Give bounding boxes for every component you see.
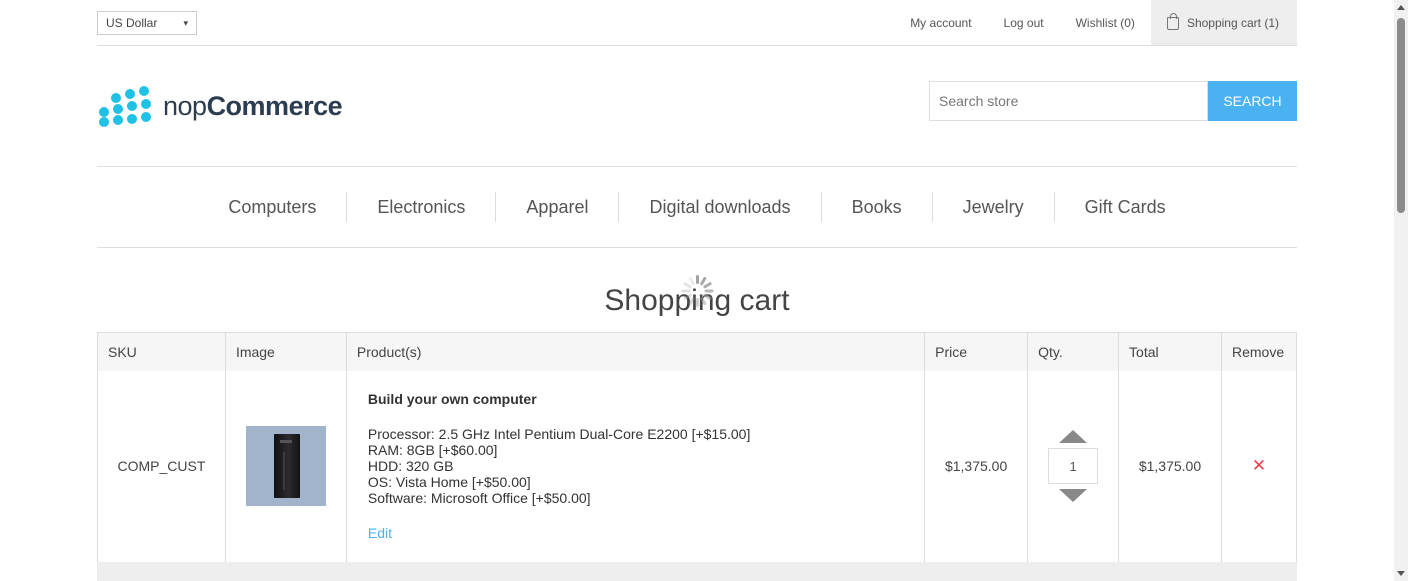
qty-decrease-icon[interactable] bbox=[1059, 489, 1088, 503]
edit-item-link[interactable]: Edit bbox=[368, 525, 392, 541]
shopping-bag-icon bbox=[1166, 13, 1179, 30]
menu-item-computers[interactable]: Computers bbox=[198, 192, 346, 222]
currency-select[interactable]: US Dollar ▾ bbox=[97, 11, 197, 35]
product-image[interactable] bbox=[245, 426, 326, 507]
attribute-line: RAM: 8GB [+$60.00] bbox=[367, 442, 498, 459]
qty-cell: 1 bbox=[1027, 370, 1120, 563]
my-account-link[interactable]: My account bbox=[894, 16, 987, 30]
attribute-line: HDD: 320 GB bbox=[367, 458, 454, 475]
column-header-remove: Remove bbox=[1221, 332, 1298, 371]
attribute-line: Software: Microsoft Office [+$50.00] bbox=[367, 490, 591, 507]
wishlist-link[interactable]: Wishlist (0) bbox=[1060, 16, 1151, 30]
search-form: Search store SEARCH bbox=[929, 81, 1297, 121]
scroll-up-icon[interactable] bbox=[1397, 5, 1405, 10]
column-header-products: Product(s) bbox=[346, 332, 926, 371]
menu-item-electronics[interactable]: Electronics bbox=[346, 192, 495, 222]
cart-footer-strip bbox=[97, 562, 1297, 581]
menu-item-gift-cards[interactable]: Gift Cards bbox=[1053, 192, 1196, 222]
log-out-link[interactable]: Log out bbox=[988, 16, 1060, 30]
header-links-bar: US Dollar ▾ My account Log out Wishlist … bbox=[97, 0, 1297, 46]
product-attributes: Processor: 2.5 GHz Intel Pentium Dual-Co… bbox=[368, 426, 924, 506]
product-image-cell bbox=[225, 370, 347, 563]
loading-spinner-icon bbox=[681, 275, 713, 307]
menu-item-apparel[interactable]: Apparel bbox=[495, 192, 618, 222]
menu-item-digital-downloads[interactable]: Digital downloads bbox=[618, 192, 820, 222]
column-header-qty: Qty. bbox=[1027, 332, 1120, 371]
quantity-stepper: 1 bbox=[1028, 430, 1118, 503]
product-name-link[interactable]: Build your own computer bbox=[368, 391, 924, 407]
scrollbar-thumb[interactable] bbox=[1397, 18, 1405, 213]
column-header-price: Price bbox=[924, 332, 1029, 371]
search-input[interactable]: Search store bbox=[929, 81, 1208, 121]
shopping-cart-link[interactable]: Shopping cart (1) bbox=[1150, 0, 1297, 45]
store-logo[interactable]: nopCommerce bbox=[97, 84, 343, 128]
close-icon[interactable]: ✕ bbox=[1252, 456, 1266, 475]
column-header-sku: SKU bbox=[97, 332, 226, 371]
currency-select-value: US Dollar bbox=[106, 16, 158, 30]
page-scrollbar[interactable] bbox=[1394, 0, 1408, 581]
table-header-row: SKU Image Product(s) Price Qty. Total Re… bbox=[97, 332, 1298, 371]
remove-cell: ✕ bbox=[1221, 370, 1298, 563]
column-header-total: Total bbox=[1118, 332, 1222, 371]
column-header-image: Image bbox=[225, 332, 347, 371]
top-menu: Computers Electronics Apparel Digital do… bbox=[97, 166, 1297, 248]
cart-table: SKU Image Product(s) Price Qty. Total Re… bbox=[97, 332, 1298, 563]
header-links: My account Log out Wishlist (0) Shopping… bbox=[894, 0, 1297, 45]
attribute-line: OS: Vista Home [+$50.00] bbox=[367, 474, 531, 491]
logo-text: nopCommerce bbox=[163, 90, 343, 121]
unit-price-cell: $1,375.00 bbox=[924, 370, 1029, 563]
menu-item-jewelry[interactable]: Jewelry bbox=[931, 192, 1054, 222]
chevron-down-icon: ▾ bbox=[183, 17, 188, 28]
product-cell: Build your own computer Processor: 2.5 G… bbox=[346, 370, 926, 563]
qty-input[interactable]: 1 bbox=[1048, 448, 1099, 485]
table-row: COMP_CUST Build your own computer Proces… bbox=[97, 370, 1298, 563]
shopping-cart-label: Shopping cart (1) bbox=[1186, 15, 1279, 30]
attribute-line: Processor: 2.5 GHz Intel Pentium Dual-Co… bbox=[367, 426, 751, 443]
scroll-down-icon[interactable] bbox=[1397, 571, 1405, 576]
search-button[interactable]: SEARCH bbox=[1208, 81, 1297, 121]
sku-cell: COMP_CUST bbox=[97, 370, 226, 563]
menu-item-books[interactable]: Books bbox=[820, 192, 932, 222]
subtotal-cell: $1,375.00 bbox=[1118, 370, 1222, 563]
qty-increase-icon[interactable] bbox=[1059, 430, 1088, 444]
logo-dots-icon bbox=[97, 84, 157, 128]
